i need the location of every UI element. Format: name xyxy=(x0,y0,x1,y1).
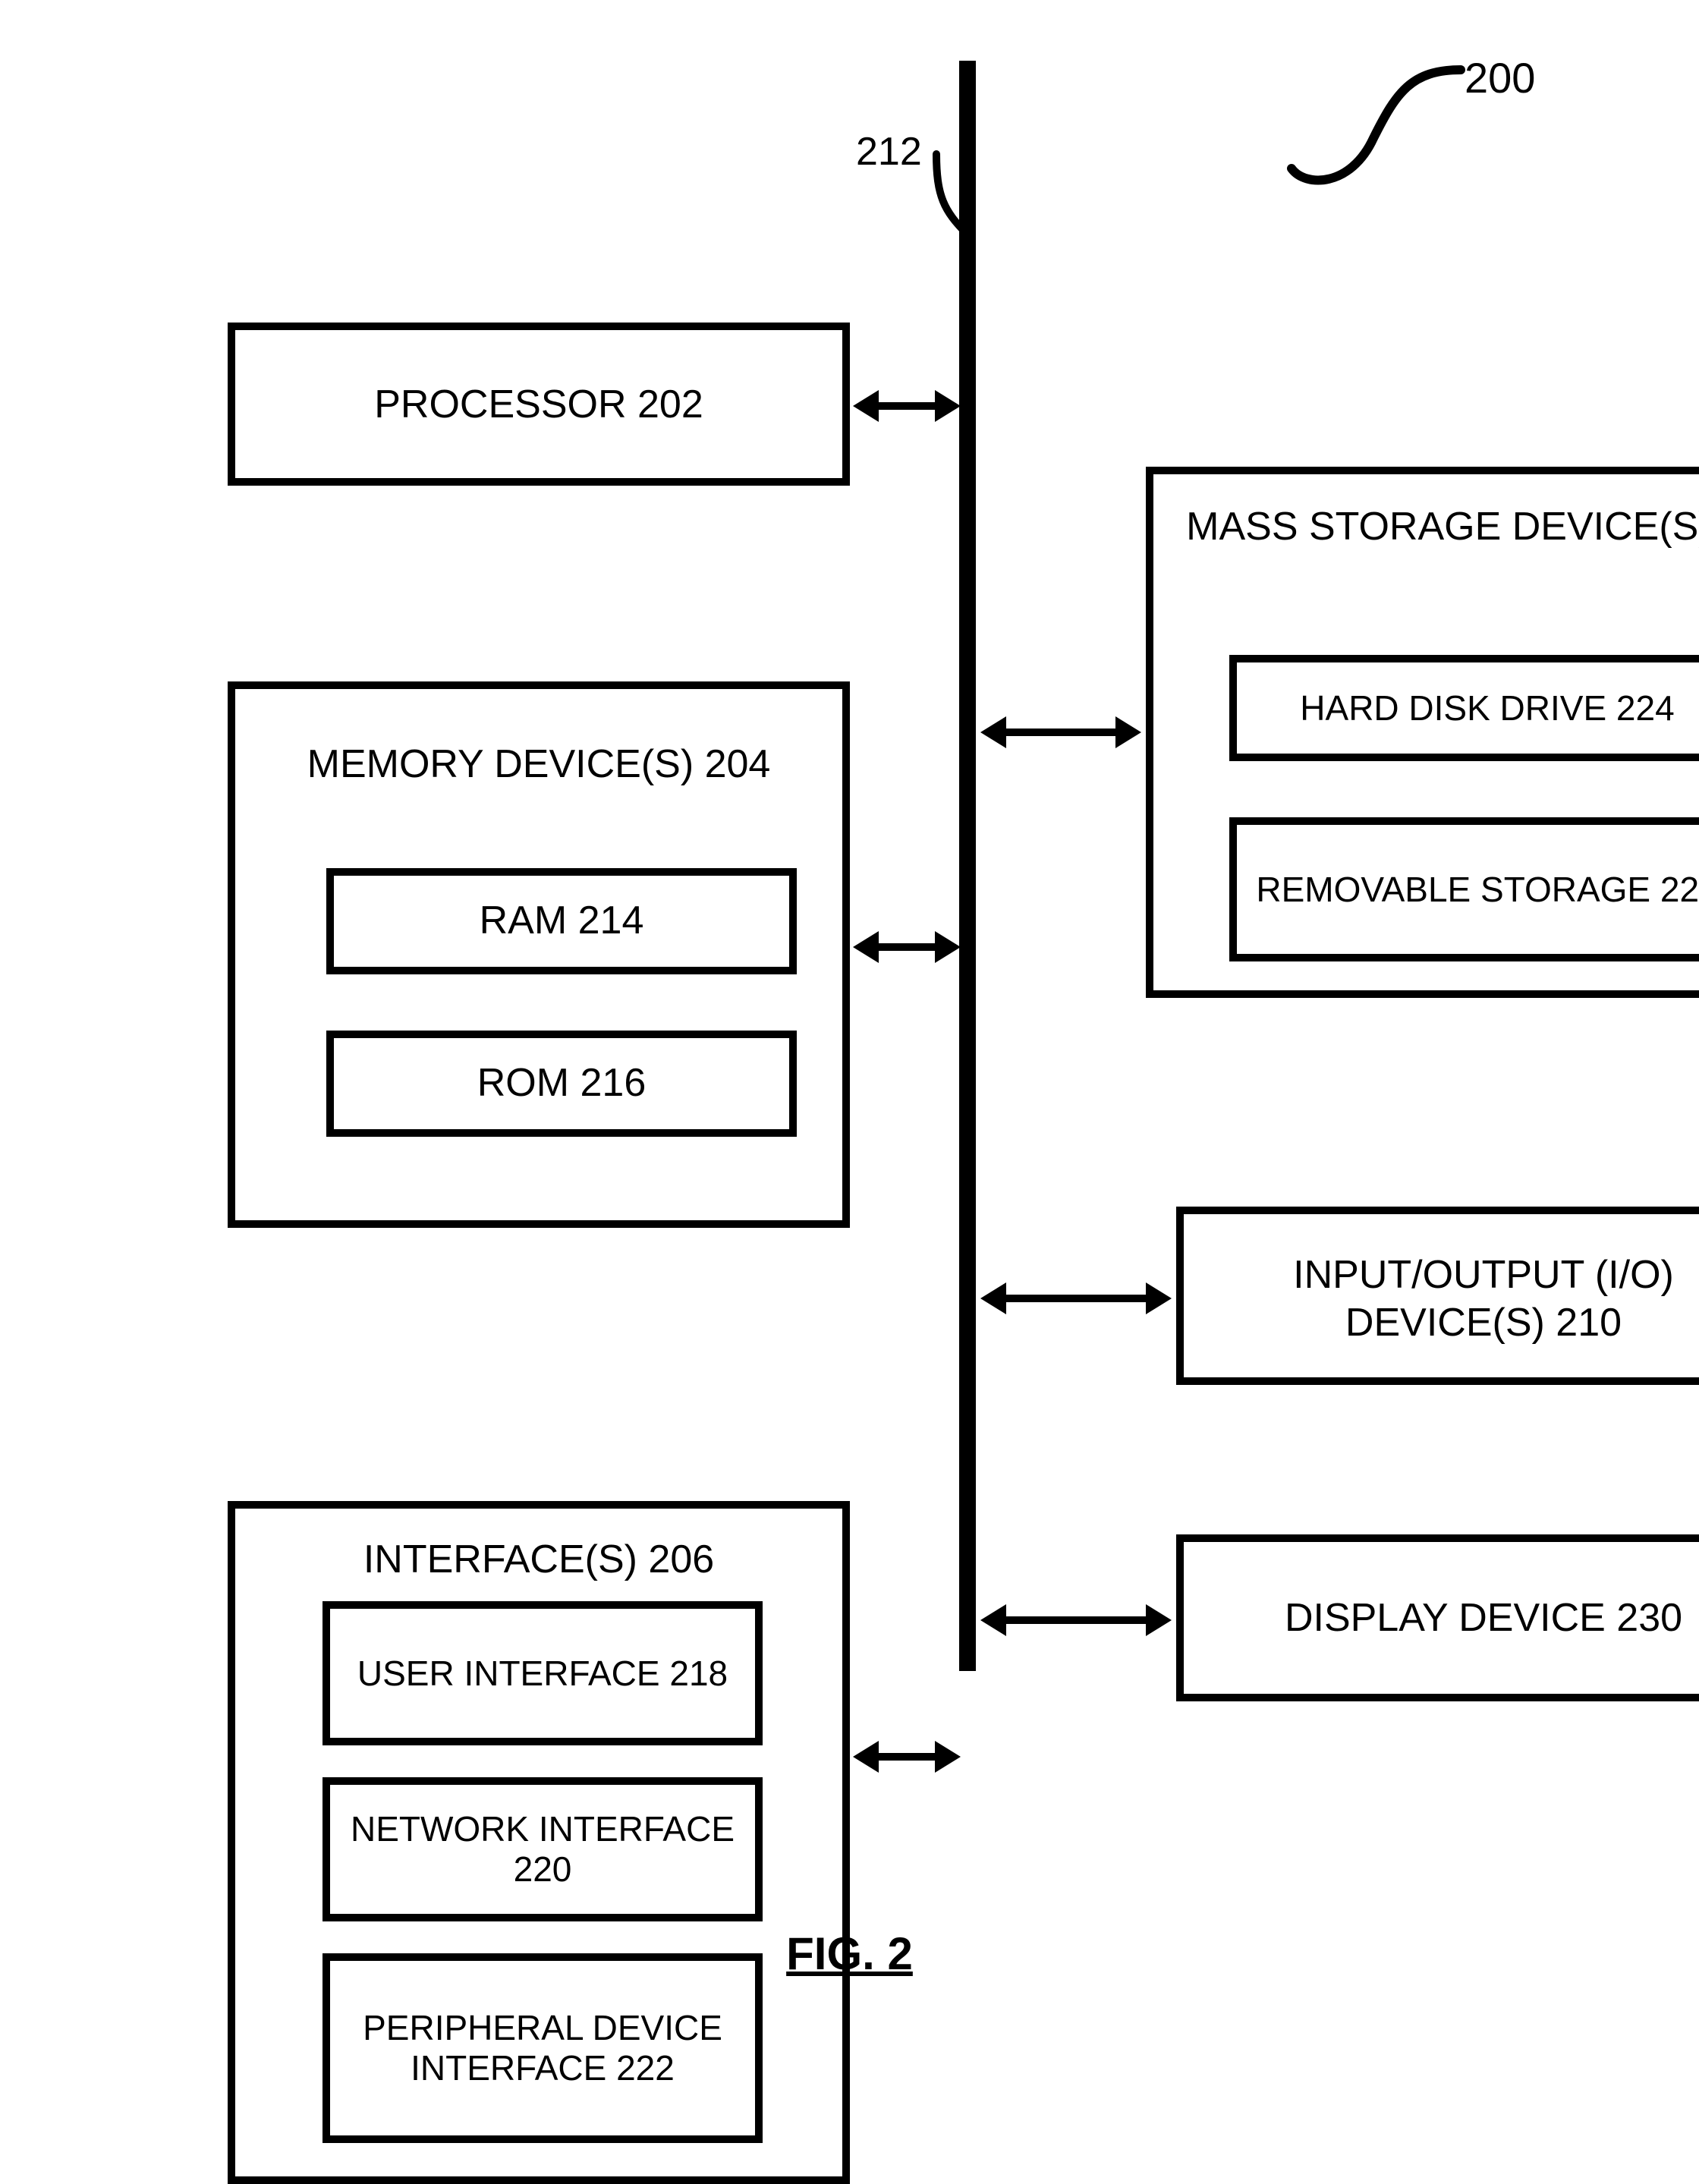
user-interface-label: USER INTERFACE 218 xyxy=(357,1654,728,1694)
rom-block: ROM 216 xyxy=(326,1031,797,1137)
interfaces-block: INTERFACE(S) 206 USER INTERFACE 218 NETW… xyxy=(228,1501,850,2184)
interfaces-title: INTERFACE(S) 206 xyxy=(235,1530,842,1583)
processor-label: PROCESSOR 202 xyxy=(374,382,703,427)
mass-storage-title: MASS STORAGE DEVICE(S) 208 xyxy=(1153,497,1699,550)
peripheral-interface-block: PERIPHERAL DEVICE INTERFACE 222 xyxy=(322,1953,763,2143)
diagram-stage: 200 212 PROCESSOR 202 MEMORY DEVICE(S) 2… xyxy=(0,0,1699,2177)
user-interface-block: USER INTERFACE 218 xyxy=(322,1601,763,1745)
arrow-memory-bus xyxy=(873,943,941,951)
arrow-bus-display xyxy=(1000,1616,1152,1624)
network-interface-label: NETWORK INTERFACE 220 xyxy=(338,1809,747,1890)
figure-caption: FIG. 2 xyxy=(0,1928,1699,1980)
hard-disk-drive-block: HARD DISK DRIVE 224 xyxy=(1229,655,1699,761)
removable-storage-label: REMOVABLE STORAGE 226 xyxy=(1256,870,1699,910)
hard-disk-drive-label: HARD DISK DRIVE 224 xyxy=(1300,688,1674,729)
processor-block: PROCESSOR 202 xyxy=(228,323,850,486)
arrow-interfaces-bus xyxy=(873,1753,941,1761)
io-devices-block: INPUT/OUTPUT (I/O) DEVICE(S) 210 xyxy=(1176,1207,1699,1385)
peripheral-interface-label: PERIPHERAL DEVICE INTERFACE 222 xyxy=(338,2008,747,2088)
memory-devices-title: MEMORY DEVICE(S) 204 xyxy=(235,735,842,788)
display-device-label: DISPLAY DEVICE 230 xyxy=(1285,1595,1682,1641)
arrow-bus-io xyxy=(1000,1295,1152,1302)
display-device-block: DISPLAY DEVICE 230 xyxy=(1176,1534,1699,1701)
bus-leader-curve xyxy=(921,150,982,272)
removable-storage-block: REMOVABLE STORAGE 226 xyxy=(1229,817,1699,961)
ram-block: RAM 214 xyxy=(326,868,797,974)
ram-label: RAM 214 xyxy=(480,898,644,944)
mass-storage-block: MASS STORAGE DEVICE(S) 208 HARD DISK DRI… xyxy=(1146,467,1699,998)
rom-label: ROM 216 xyxy=(477,1061,647,1106)
arrow-processor-bus xyxy=(873,402,941,410)
io-devices-label: INPUT/OUTPUT (I/O) DEVICE(S) 210 xyxy=(1184,1245,1699,1346)
network-interface-block: NETWORK INTERFACE 220 xyxy=(322,1777,763,1921)
bus-reference-number: 212 xyxy=(856,129,922,175)
arrow-bus-mass-storage xyxy=(1000,729,1122,736)
reference-leader-curve xyxy=(1290,55,1465,191)
system-bus-line xyxy=(959,61,976,1671)
diagram-reference-number: 200 xyxy=(1465,53,1535,102)
memory-devices-block: MEMORY DEVICE(S) 204 RAM 214 ROM 216 xyxy=(228,681,850,1228)
